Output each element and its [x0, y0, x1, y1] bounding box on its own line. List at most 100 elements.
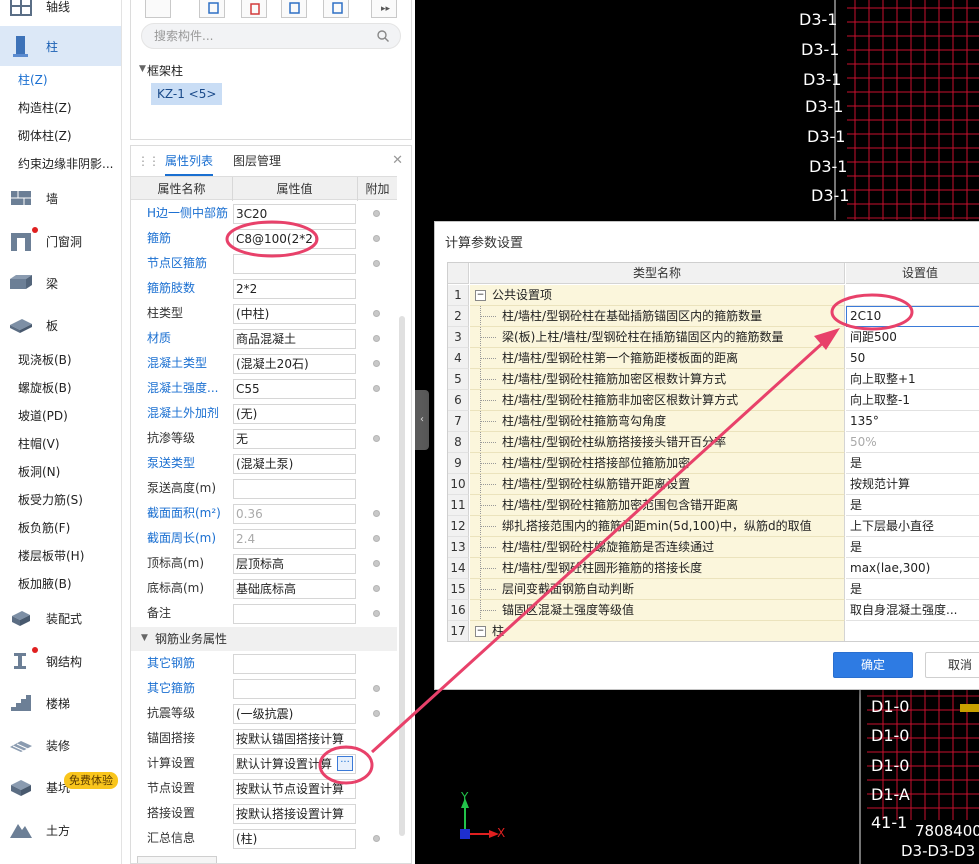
search-input[interactable] [152, 27, 372, 45]
property-value-field[interactable] [233, 679, 356, 699]
property-value-field[interactable]: 基础底标高 [233, 579, 356, 599]
nav-sub-cast-slab[interactable]: 现浇板(B) [18, 350, 72, 370]
collapse-icon[interactable]: − [475, 626, 486, 637]
setting-value[interactable]: 是 [846, 537, 979, 558]
attach-checkbox[interactable] [373, 610, 380, 617]
property-row[interactable]: 其它钢筋 [131, 651, 397, 676]
collapse-icon[interactable]: ▼ [141, 633, 148, 643]
property-row[interactable]: 底标高(m) 基础底标高 [131, 576, 397, 601]
grid-row[interactable]: 2 柱/墙柱/型钢砼柱在基础插筋锚固区内的箍筋数量 2C10 [448, 306, 979, 327]
grid-row[interactable]: 11 柱/墙柱/型钢砼柱箍筋加密范围包含错开距离 是 [448, 495, 979, 516]
tab-layer-management[interactable]: 图层管理 [233, 146, 281, 176]
property-row[interactable]: 混凝土类型 (混凝土20石) [131, 351, 397, 376]
nav-sub-column-z[interactable]: 柱(Z) [18, 70, 48, 90]
nav-category-steel[interactable]: 钢结构 [0, 641, 121, 681]
collapse-panel-icon[interactable]: ‹ [415, 390, 429, 450]
more-icon[interactable]: ▸▸ [371, 0, 397, 18]
attach-checkbox[interactable] [373, 835, 380, 842]
nav-category-beam[interactable]: 梁 [0, 263, 121, 303]
nav-sub-slab-strip[interactable]: 楼层板带(H) [18, 546, 84, 566]
attach-checkbox[interactable] [373, 385, 380, 392]
property-row[interactable]: 节点区箍筋 [131, 251, 397, 276]
setting-value[interactable]: 135° [846, 411, 979, 432]
setting-value[interactable]: 是 [846, 453, 979, 474]
property-value-field[interactable]: 默认计算设置计算 ··· [233, 754, 356, 774]
attach-checkbox[interactable] [373, 260, 380, 267]
scrollbar[interactable] [399, 316, 405, 836]
attach-checkbox[interactable] [373, 710, 380, 717]
setting-value[interactable]: 是 [846, 495, 979, 516]
grid-row[interactable]: 9 柱/墙柱/型钢砼柱搭接部位箍筋加密 是 [448, 453, 979, 474]
attach-checkbox[interactable] [373, 360, 380, 367]
setting-value[interactable]: 取自身混凝土强度... [846, 600, 979, 621]
nav-category-axis[interactable]: 轴线 [0, 0, 121, 26]
grid-row[interactable]: 3 梁(板)上柱/墙柱/型钢砼柱在插筋锚固区内的箍筋数量 间距500 [448, 327, 979, 348]
setting-value[interactable]: 向上取整+1 [846, 369, 979, 390]
property-row[interactable]: 材质 商品混凝土 [131, 326, 397, 351]
attach-checkbox[interactable] [373, 235, 380, 242]
property-row[interactable]: 备注 [131, 601, 397, 626]
attach-checkbox[interactable] [373, 685, 380, 692]
property-row[interactable]: H边一侧中部筋 3C20 [131, 201, 397, 226]
nav-category-door-window[interactable]: 门窗洞 [0, 221, 121, 261]
property-value-field[interactable]: (混凝土20石) [233, 354, 356, 374]
property-value-field[interactable]: 层顶标高 [233, 554, 356, 574]
property-value-field[interactable]: C8@100(2*2) [233, 229, 356, 249]
attach-checkbox[interactable] [373, 310, 380, 317]
free-trial-badge[interactable]: 免费体验 [64, 772, 118, 789]
property-value-field[interactable]: 无 [233, 429, 356, 449]
grid-row[interactable]: 5 柱/墙柱/型钢砼柱箍筋加密区根数计算方式 向上取整+1 [448, 369, 979, 390]
grid-row[interactable]: 4 柱/墙柱/型钢砼柱第一个箍筋距楼板面的距离 50 [448, 348, 979, 369]
property-row[interactable]: 截面面积(m²) 0.36 [131, 501, 397, 526]
property-value-field[interactable]: (柱) [233, 829, 356, 849]
cancel-button[interactable]: 取消 [925, 652, 979, 678]
property-value-field[interactable]: 商品混凝土 [233, 329, 356, 349]
property-value-field[interactable]: C55 [233, 379, 356, 399]
attach-checkbox[interactable] [373, 335, 380, 342]
grid-row[interactable]: 12 绑扎搭接范围内的箍筋间距min(5d,100)中，纵筋d的取值 上下层最小直径 [448, 516, 979, 537]
attach-checkbox[interactable] [373, 560, 380, 567]
property-value-field[interactable]: (混凝土泵) [233, 454, 356, 474]
nav-category-wall[interactable]: 墙 [0, 178, 121, 218]
component-search[interactable] [141, 23, 401, 49]
grid-row[interactable]: 1− 公共设置项 [448, 285, 979, 306]
property-value-field[interactable]: 2*2 [233, 279, 356, 299]
new-icon[interactable] [145, 0, 171, 18]
bottom-tab[interactable] [137, 856, 217, 863]
nav-sub-construct-column[interactable]: 构造柱(Z) [18, 98, 72, 118]
collapse-icon[interactable]: − [475, 290, 486, 301]
attach-checkbox[interactable] [373, 210, 380, 217]
property-value-field[interactable]: 按默认节点设置计算 [233, 779, 356, 799]
layer-copy-icon[interactable] [323, 0, 349, 18]
grid-row[interactable]: 6 柱/墙柱/型钢砼柱箍筋非加密区根数计算方式 向上取整-1 [448, 390, 979, 411]
tab-property-list[interactable]: 属性列表 [165, 146, 214, 176]
property-row[interactable]: 其它箍筋 [131, 676, 397, 701]
nav-category-column[interactable]: 柱 [0, 26, 121, 66]
attach-checkbox[interactable] [373, 585, 380, 592]
property-row[interactable]: 顶标高(m) 层顶标高 [131, 551, 397, 576]
grid-row[interactable]: 10 柱/墙柱/型钢砼柱纵筋错开距离设置 按规范计算 [448, 474, 979, 495]
property-row[interactable]: 截面周长(m) 2.4 [131, 526, 397, 551]
property-value-field[interactable]: (一级抗震) [233, 704, 356, 724]
property-row[interactable]: 混凝土外加剂 (无) [131, 401, 397, 426]
copy-icon[interactable] [199, 0, 225, 18]
ellipsis-button[interactable]: ··· [337, 756, 353, 771]
property-value-field[interactable]: 按默认锚固搭接计算 [233, 729, 356, 749]
property-value-field[interactable] [233, 479, 356, 499]
nav-category-earthwork[interactable]: 土方 [0, 810, 121, 850]
attach-checkbox[interactable] [373, 535, 380, 542]
property-row[interactable]: 锚固搭接 按默认锚固搭接计算 [131, 726, 397, 751]
tree-collapse-icon[interactable]: ▼ [139, 64, 146, 74]
property-value-field[interactable]: 按默认搭接设置计算 [233, 804, 356, 824]
property-row[interactable]: 柱类型 (中柱) [131, 301, 397, 326]
property-row[interactable]: 箍筋肢数 2*2 [131, 276, 397, 301]
property-row[interactable]: 抗渗等级 无 [131, 426, 397, 451]
setting-value[interactable]: 是 [846, 579, 979, 600]
close-icon[interactable]: ✕ [392, 153, 403, 168]
property-row[interactable]: 箍筋 C8@100(2*2) [131, 226, 397, 251]
grid-row[interactable]: 8 柱/墙柱/型钢砼柱纵筋搭接接头错开百分率 50% [448, 432, 979, 453]
property-row[interactable]: 泵送类型 (混凝土泵) [131, 451, 397, 476]
property-row[interactable]: 抗震等级 (一级抗震) [131, 701, 397, 726]
setting-value[interactable] [846, 285, 979, 306]
tree-group-frame-column[interactable]: 框架柱 [147, 62, 183, 79]
